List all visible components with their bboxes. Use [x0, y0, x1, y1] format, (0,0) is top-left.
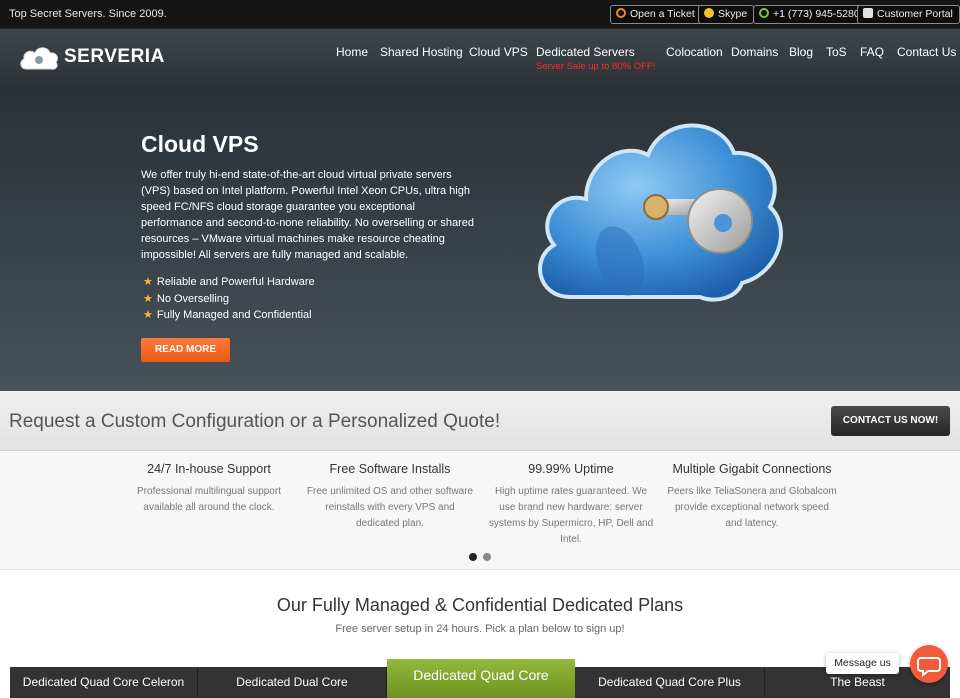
- tab-quad-core-celeron[interactable]: Dedicated Quad Core Celeron: [10, 667, 198, 698]
- cloud-logo-icon: [20, 47, 59, 70]
- tab-quad-core-plus[interactable]: Dedicated Quad Core Plus: [575, 667, 765, 698]
- tab-dual-core[interactable]: Dedicated Dual Core: [198, 667, 387, 698]
- nav-cloud-vps[interactable]: Cloud VPS: [469, 45, 528, 59]
- hero-description: We offer truly hi-end state-of-the-art c…: [141, 169, 475, 261]
- cloud-key-icon: [538, 123, 783, 302]
- hero-feature: ★ No Overselling: [143, 293, 230, 305]
- hero-banner: Cloud VPS We offer truly hi-end state-of…: [0, 87, 960, 391]
- feature-description: Peers like TeliaSonera and Globalcom pro…: [667, 486, 837, 529]
- feature-title: Free Software Installs: [329, 462, 451, 476]
- skype-icon: [704, 8, 714, 18]
- slider-dot-active[interactable]: [469, 553, 477, 561]
- message-us-label[interactable]: Message us: [826, 653, 899, 674]
- open-ticket-button[interactable]: Open a Ticket: [610, 5, 702, 24]
- star-icon: ★: [143, 309, 153, 321]
- nav-tos[interactable]: ToS: [826, 45, 847, 59]
- features-slider: 24/7 In-house Support Professional multi…: [0, 452, 960, 570]
- nav-dedicated-servers[interactable]: Dedicated Servers: [536, 45, 635, 59]
- feature-description: Free unlimited OS and other software rei…: [306, 486, 474, 529]
- nav-blog[interactable]: Blog: [789, 45, 813, 59]
- nav-domains[interactable]: Domains: [731, 45, 778, 59]
- phone-button[interactable]: +1 (773) 945-5280: [753, 5, 867, 24]
- nav-contact-us[interactable]: Contact Us: [897, 45, 956, 59]
- plans-title: Our Fully Managed & Confidential Dedicat…: [276, 595, 684, 615]
- hero-feature: ★ Fully Managed and Confidential: [143, 309, 312, 321]
- nav-shared-hosting[interactable]: Shared Hosting: [380, 45, 463, 59]
- nav-home[interactable]: Home: [336, 45, 368, 59]
- feature-description: Professional multilingual support availa…: [137, 486, 281, 513]
- quote-bar: Request a Custom Configuration or a Pers…: [0, 391, 960, 451]
- feature-title: 99.99% Uptime: [528, 462, 614, 476]
- nav-colocation[interactable]: Colocation: [666, 45, 723, 59]
- main-header: SERVERIA Home Shared Hosting Cloud VPS D…: [0, 29, 960, 87]
- tagline: Top Secret Servers. Since 2009.: [9, 8, 167, 20]
- star-icon: ★: [143, 276, 153, 288]
- tab-quad-core[interactable]: Dedicated Quad Core: [387, 659, 575, 698]
- plans-section: Our Fully Managed & Confidential Dedicat…: [0, 571, 960, 698]
- nav-faq[interactable]: FAQ: [860, 45, 884, 59]
- feature-title: 24/7 In-house Support: [147, 462, 271, 476]
- top-bar: Top Secret Servers. Since 2009. Open a T…: [0, 0, 960, 29]
- star-icon: ★: [143, 293, 153, 305]
- hero-feature: ★ Reliable and Powerful Hardware: [143, 276, 315, 288]
- sale-notice[interactable]: Server Sale up to 80% OFF!: [536, 61, 655, 72]
- plans-subtitle: Free server setup in 24 hours. Pick a pl…: [335, 623, 625, 635]
- user-icon: [863, 8, 873, 18]
- lifebuoy-icon: [616, 8, 626, 18]
- chat-button[interactable]: [910, 645, 948, 683]
- read-more-button[interactable]: READ MORE: [141, 338, 230, 362]
- hero-title: Cloud VPS: [141, 131, 259, 157]
- slider-dot[interactable]: [483, 553, 491, 561]
- customer-portal-button[interactable]: Customer Portal: [857, 5, 960, 24]
- contact-us-now-button[interactable]: CONTACT US NOW!: [831, 406, 950, 436]
- logo-text: SERVERIA: [64, 46, 165, 67]
- feature-description: High uptime rates guaranteed. We use bra…: [488, 486, 654, 545]
- skype-button[interactable]: Skype: [698, 5, 755, 24]
- feature-title: Multiple Gigabit Connections: [672, 462, 832, 476]
- chat-icon: [917, 657, 941, 678]
- phone-icon: [759, 8, 769, 18]
- quote-text: Request a Custom Configuration or a Pers…: [9, 411, 501, 432]
